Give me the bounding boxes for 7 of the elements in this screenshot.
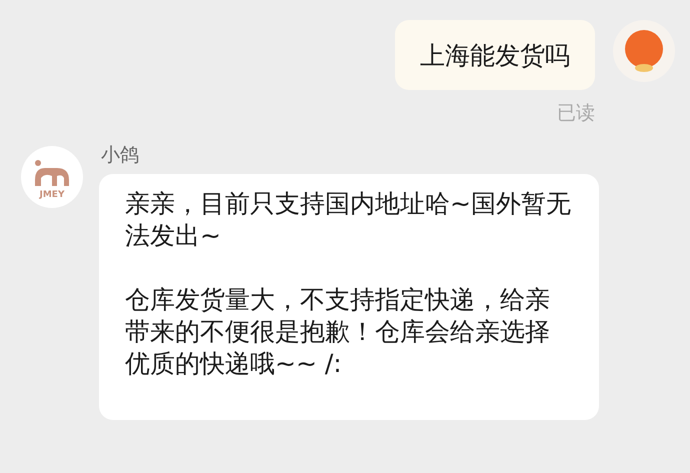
message-text: 亲亲，目前只支持国内地址哈~国外暂无法发出~: [125, 188, 572, 252]
user-avatar[interactable]: [613, 20, 675, 82]
read-status: 已读: [557, 101, 595, 126]
sender-name: 小鸽: [101, 143, 140, 168]
message-bubble: 上海能发货吗: [395, 20, 595, 90]
shop-avatar[interactable]: JMEY: [21, 146, 83, 208]
message-text: 仓库发货量大，不支持指定快递，给亲带来的不便很是抱歉！仓库会给亲选择优质的快递哦~~ /:: [125, 284, 551, 380]
